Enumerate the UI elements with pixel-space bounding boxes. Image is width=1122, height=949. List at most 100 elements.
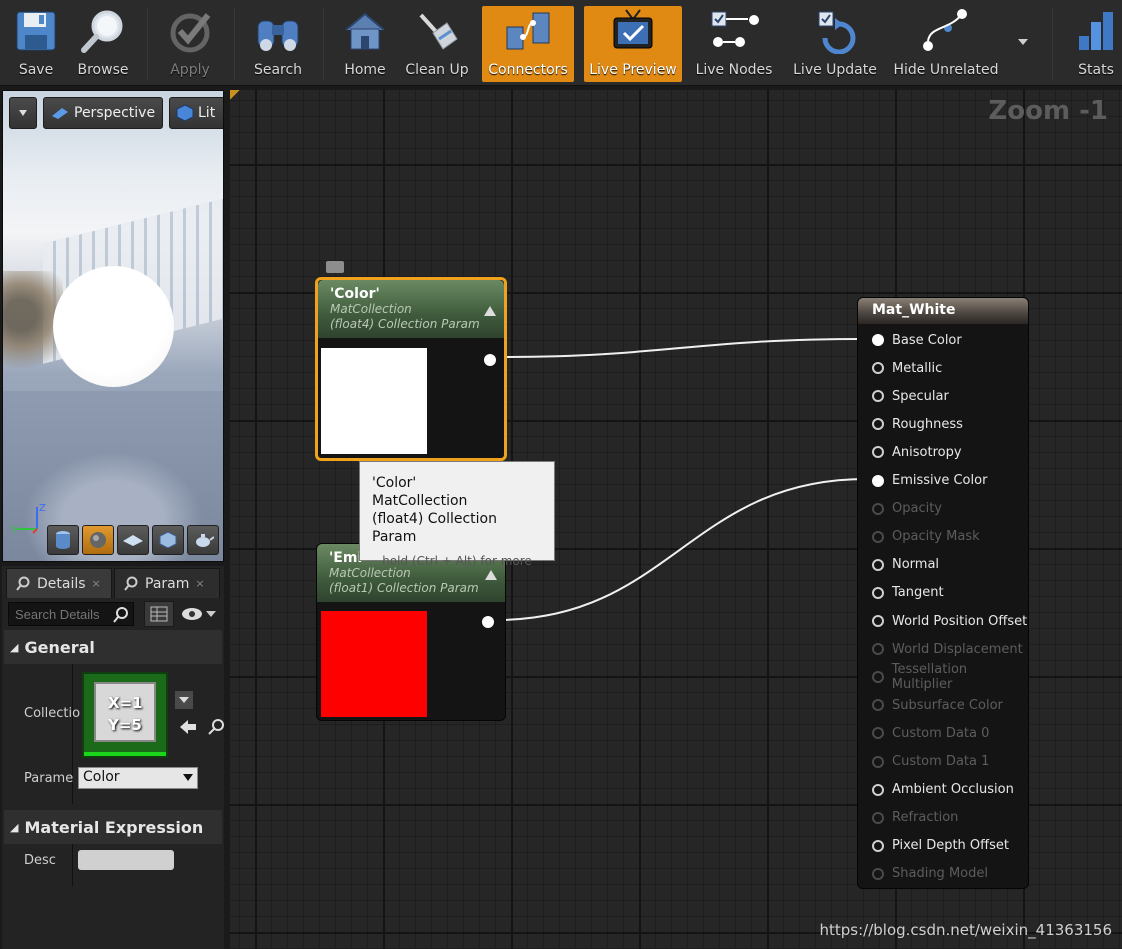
node-subtitle-line2: (float4) Collection Param (330, 317, 480, 331)
input-pin[interactable]: Refraction (872, 808, 958, 828)
close-icon[interactable]: × (195, 577, 204, 590)
save-button[interactable]: Save (8, 6, 64, 82)
home-label: Home (344, 62, 386, 78)
plane-icon (123, 535, 143, 546)
output-pin[interactable] (482, 616, 494, 628)
input-pin[interactable]: Ambient Occlusion (872, 780, 1014, 800)
property-matrix-button[interactable] (144, 601, 174, 627)
pin-connector-icon[interactable] (872, 502, 884, 515)
live-update-label: Live Update (793, 62, 877, 78)
apply-button[interactable]: Apply (160, 6, 220, 82)
comment-bubble-icon[interactable] (326, 261, 344, 273)
preview-cube-button[interactable] (152, 525, 184, 555)
node-material-result[interactable]: Mat_White Base Color Metallic Specular Roug… (857, 297, 1029, 889)
input-pin[interactable]: Metallic (872, 358, 942, 378)
tab-details[interactable]: Details × (6, 568, 112, 598)
input-pin[interactable]: Tessellation Multiplier (872, 662, 1028, 692)
perspective-button[interactable]: Perspective (43, 97, 163, 129)
input-pin[interactable]: Shading Model (872, 864, 988, 884)
collapse-triangle-icon[interactable] (484, 306, 496, 316)
search-button[interactable]: Search (248, 6, 308, 82)
collection-thumbnail[interactable]: X=1 Y=5 (82, 672, 168, 758)
use-selected-arrow-icon[interactable] (178, 718, 198, 736)
live-nodes-button[interactable]: Live Nodes (692, 6, 776, 82)
section-material-expression[interactable]: ◢ Material Expression (4, 810, 222, 844)
input-pin[interactable]: World Position Offset (872, 611, 1027, 631)
preview-plane-button[interactable] (117, 525, 149, 555)
clean-up-button[interactable]: Clean Up (402, 6, 472, 82)
pin-connector-icon[interactable] (872, 811, 884, 824)
thumb-line1: X=1 (108, 694, 143, 712)
pin-connector-icon[interactable] (872, 362, 884, 375)
eye-icon (182, 608, 216, 620)
input-pin[interactable]: Opacity Mask (872, 527, 980, 547)
node-color-parameter[interactable]: 'Color' MatCollection (float4) Collectio… (315, 277, 507, 461)
toolbar: Save Browse Apply Search Home Clean Up C… (0, 0, 1122, 86)
close-icon[interactable]: × (92, 577, 101, 590)
input-pin[interactable]: Custom Data 0 (872, 723, 989, 743)
pin-connector-icon[interactable] (872, 474, 884, 487)
stats-button[interactable]: Stats (1068, 6, 1122, 82)
lit-button[interactable]: Lit (169, 97, 223, 129)
pin-connector-icon[interactable] (872, 839, 884, 852)
pin-connector-icon[interactable] (872, 783, 884, 796)
visibility-options-button[interactable] (180, 604, 222, 624)
browse-button[interactable]: Browse (72, 6, 134, 82)
cube-icon (159, 531, 177, 549)
pin-connector-icon[interactable] (872, 755, 884, 768)
input-pin[interactable]: Specular (872, 386, 949, 406)
pin-connector-icon[interactable] (872, 727, 884, 740)
home-button[interactable]: Home (336, 6, 394, 82)
input-pin[interactable]: Roughness (872, 414, 963, 434)
input-pin[interactable]: Custom Data 1 (872, 752, 989, 772)
browse-asset-icon[interactable] (207, 718, 224, 736)
input-pin[interactable]: Base Color (872, 330, 962, 350)
pin-connector-icon[interactable] (872, 530, 884, 543)
pin-connector-icon[interactable] (872, 418, 884, 431)
pin-connector-icon[interactable] (872, 390, 884, 403)
desc-input[interactable] (78, 850, 174, 870)
toolbar-overflow-dropdown[interactable] (1016, 32, 1036, 52)
pin-connector-icon[interactable] (872, 643, 884, 656)
pin-connector-icon[interactable] (872, 615, 884, 627)
sphere-icon (90, 532, 106, 548)
hide-unrelated-button[interactable]: Hide Unrelated (892, 6, 1000, 82)
input-pin[interactable]: Subsurface Color (872, 695, 1003, 715)
connectors-button[interactable]: Connectors (482, 6, 574, 82)
output-pin[interactable] (484, 354, 496, 366)
collection-dropdown-button[interactable] (174, 690, 194, 710)
input-pin-label: Tangent (892, 585, 944, 601)
pin-connector-icon[interactable] (872, 334, 884, 346)
tab-parameters[interactable]: Param × (114, 568, 220, 598)
input-pin[interactable]: Pixel Depth Offset (872, 836, 1009, 856)
search-icon[interactable] (112, 606, 130, 624)
input-pin-label: Ambient Occlusion (892, 782, 1014, 798)
pin-connector-icon[interactable] (872, 586, 884, 599)
perspective-label: Perspective (74, 105, 156, 121)
preview-sphere-button[interactable] (82, 525, 114, 555)
input-pin[interactable]: Emissive Color (872, 471, 987, 491)
parameter-name-select[interactable]: Color (78, 767, 198, 789)
pin-connector-icon[interactable] (872, 699, 884, 712)
live-update-button[interactable]: Live Update (790, 6, 880, 82)
viewport-options-button[interactable] (9, 97, 37, 129)
pin-connector-icon[interactable] (872, 867, 884, 880)
preview-teapot-button[interactable] (187, 525, 219, 555)
preview-cylinder-button[interactable] (47, 525, 79, 555)
collapse-triangle-icon[interactable] (485, 570, 497, 580)
section-general[interactable]: ◢ General (4, 630, 222, 664)
preview-viewport[interactable]: Perspective Lit Z Y (2, 90, 224, 562)
input-pin[interactable]: Opacity (872, 499, 942, 519)
input-pin-label: Refraction (892, 810, 959, 826)
hide-unrelated-label: Hide Unrelated (893, 62, 999, 78)
tooltip-line3: (float4) Collection Param (372, 511, 497, 545)
live-preview-button[interactable]: Live Preview (584, 6, 682, 82)
input-pin[interactable]: World Displacement (872, 639, 1023, 659)
pin-connector-icon[interactable] (872, 446, 884, 459)
pin-connector-icon[interactable] (872, 558, 884, 571)
input-pin[interactable]: Tangent (872, 583, 944, 603)
input-pin[interactable]: Anisotropy (872, 442, 962, 462)
pin-connector-icon[interactable] (872, 671, 884, 684)
input-pin[interactable]: Normal (872, 555, 939, 575)
cube-icon (176, 104, 194, 122)
